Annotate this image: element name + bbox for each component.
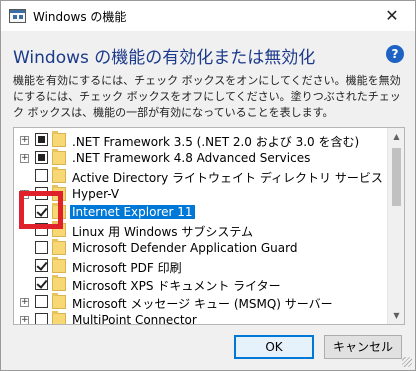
feature-label[interactable]: Microsoft PDF 印刷 <box>70 259 184 276</box>
feature-row[interactable]: + .NET Framework 3.5 (.NET 2.0 および 3.0 を含… <box>14 131 388 149</box>
folder-icon <box>52 239 66 255</box>
folder-icon <box>52 257 66 273</box>
feature-label[interactable]: Hyper-V <box>70 187 121 201</box>
scrollbar-thumb[interactable] <box>392 148 401 206</box>
help-icon[interactable]: ? <box>386 45 404 63</box>
scroll-down-arrow-icon[interactable]: ▼ <box>388 307 404 324</box>
feature-row[interactable]: + .NET Framework 4.8 Advanced Services <box>14 149 388 167</box>
page-heading: Windows の機能の有効化または無効化 <box>13 48 316 68</box>
close-button[interactable]: ✕ <box>369 1 415 31</box>
feature-checkbox[interactable] <box>35 169 48 182</box>
feature-checkbox[interactable] <box>35 277 48 290</box>
feature-row[interactable]: Microsoft PDF 印刷 <box>14 257 388 275</box>
feature-label[interactable]: MultiPoint Connector <box>70 313 199 324</box>
description-text: 機能を有効にするには、チェック ボックスをオンにしてください。機能を無効にするに… <box>13 74 401 119</box>
feature-label[interactable]: Microsoft Defender Application Guard <box>70 241 299 255</box>
feature-label[interactable]: Microsoft メッセージ キュー (MSMQ) サーバー <box>70 295 335 312</box>
feature-label[interactable]: Internet Explorer 11 <box>70 205 195 219</box>
feature-row[interactable]: Active Directory ライトウェイト ディレクトリ サービス <box>14 167 388 185</box>
folder-icon <box>52 131 66 147</box>
feature-row[interactable]: Internet Explorer 11 <box>14 203 388 221</box>
windows-features-dialog: Windows の機能 ✕ Windows の機能の有効化または無効化 ? 機能… <box>0 0 416 371</box>
feature-row[interactable]: Linux 用 Windows サブシステム <box>14 221 388 239</box>
feature-label[interactable]: .NET Framework 3.5 (.NET 2.0 および 3.0 を含む… <box>70 133 361 150</box>
feature-tree[interactable]: + .NET Framework 3.5 (.NET 2.0 および 3.0 を含… <box>13 127 405 325</box>
feature-row[interactable]: + MultiPoint Connector <box>14 311 388 324</box>
folder-icon <box>52 275 66 291</box>
title-bar[interactable]: Windows の機能 ✕ <box>1 1 415 31</box>
folder-icon <box>52 149 66 165</box>
expand-plus-icon[interactable]: + <box>20 298 29 307</box>
feature-row[interactable]: + Hyper-V <box>14 185 388 203</box>
window-title: Windows の機能 <box>33 10 127 24</box>
feature-checkbox[interactable] <box>35 241 48 254</box>
tree-scrollbar[interactable]: ▲ ▼ <box>387 128 404 324</box>
resize-grip-icon[interactable] <box>402 357 412 367</box>
feature-label[interactable]: Active Directory ライトウェイト ディレクトリ サービス <box>70 169 385 186</box>
feature-row[interactable]: Microsoft XPS ドキュメント ライター <box>14 275 388 293</box>
feature-checkbox[interactable] <box>35 133 48 146</box>
feature-checkbox[interactable] <box>35 259 48 272</box>
feature-row[interactable]: Microsoft Defender Application Guard <box>14 239 388 257</box>
windows-features-app-icon <box>9 9 26 23</box>
folder-icon <box>52 293 66 309</box>
cancel-button[interactable]: キャンセル <box>324 335 402 359</box>
feature-checkbox[interactable] <box>35 295 48 308</box>
ok-button[interactable]: OK <box>234 335 314 359</box>
feature-checkbox[interactable] <box>35 151 48 164</box>
expand-plus-icon[interactable]: + <box>20 316 29 324</box>
folder-icon <box>52 311 66 324</box>
folder-icon <box>52 167 66 183</box>
feature-label[interactable]: .NET Framework 4.8 Advanced Services <box>70 151 312 165</box>
feature-checkbox[interactable] <box>35 313 48 324</box>
expand-plus-icon[interactable]: + <box>20 154 29 163</box>
feature-row[interactable]: + Microsoft メッセージ キュー (MSMQ) サーバー <box>14 293 388 311</box>
expand-plus-icon[interactable]: + <box>20 136 29 145</box>
scroll-up-arrow-icon[interactable]: ▲ <box>388 128 404 145</box>
red-highlight-box <box>19 191 63 229</box>
feature-label[interactable]: Microsoft XPS ドキュメント ライター <box>70 277 283 294</box>
feature-label[interactable]: Linux 用 Windows サブシステム <box>70 223 255 240</box>
